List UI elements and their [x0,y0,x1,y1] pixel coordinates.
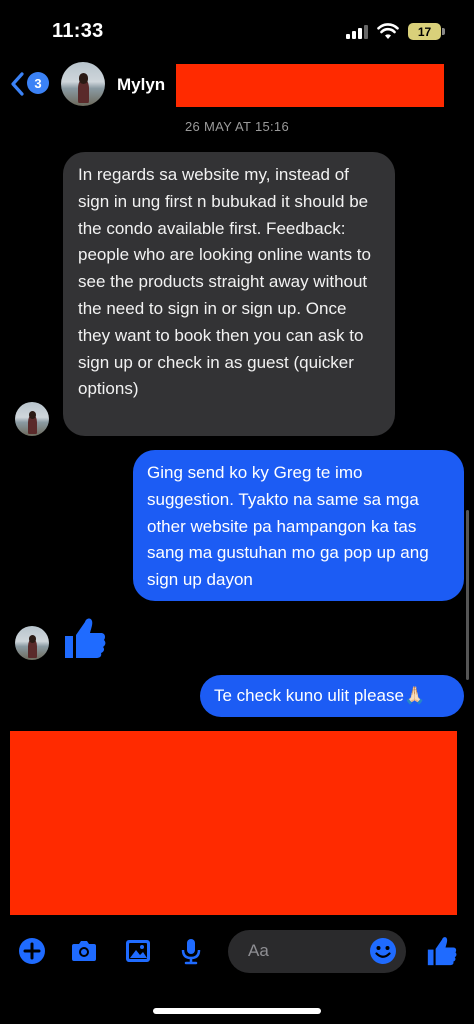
camera-icon[interactable] [69,936,99,966]
wifi-icon [377,23,399,39]
contact-avatar[interactable] [61,62,105,106]
battery-tip [442,28,445,35]
scrollbar[interactable] [466,510,469,680]
outgoing-message-bubble[interactable]: Ging send ko ky Greg te imo suggestion. … [133,450,464,601]
redaction-box [176,64,444,107]
conversation-header: 3 Mylyn [0,58,474,114]
microphone-icon[interactable] [176,936,206,966]
sender-avatar[interactable] [15,402,49,436]
plus-icon[interactable] [17,936,47,966]
incoming-message-bubble[interactable]: In regards sa website my, instead of sig… [63,152,395,436]
message-input-placeholder: Aa [248,941,269,960]
emoji-icon[interactable] [368,936,398,966]
contact-name[interactable]: Mylyn [117,75,165,95]
status-bar: 11:33 17 [0,0,474,60]
thumbs-up-icon[interactable] [63,614,107,662]
outgoing-message-bubble[interactable]: Te check kuno ulit please🙏🏻 [200,675,464,717]
signal-icon [346,25,370,39]
message-composer: Aa [0,920,474,984]
status-time: 11:33 [52,20,104,42]
home-indicator[interactable] [153,1008,321,1014]
image-icon[interactable] [123,936,153,966]
battery-icon: 17 [408,23,441,40]
back-chevron-icon[interactable] [8,70,28,98]
redaction-box [10,731,457,915]
message-input[interactable]: Aa [228,930,406,973]
unread-count-badge[interactable]: 3 [27,72,49,94]
message-timestamp: 26 MAY AT 15:16 [185,119,289,134]
sender-avatar[interactable] [15,626,49,660]
thumbs-up-icon[interactable] [426,934,458,968]
